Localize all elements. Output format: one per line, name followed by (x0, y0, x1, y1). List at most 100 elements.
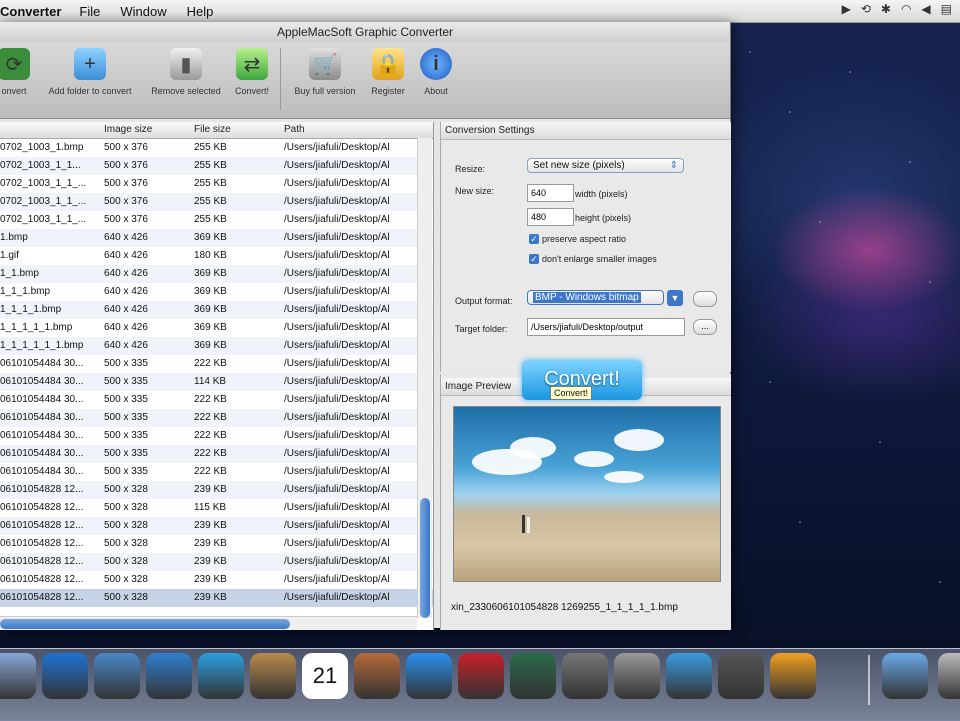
settings-title: Conversion Settings (441, 122, 731, 140)
sync-icon[interactable]: ⟲ (861, 2, 871, 16)
itunes-icon[interactable] (406, 653, 452, 699)
preserve-aspect-checkbox[interactable]: ✓ preserve aspect ratio (529, 234, 626, 244)
table-row[interactable]: 0702_1003_1_1_... 500 x 376 255 KB/Users/j… (0, 193, 433, 211)
flag-icon[interactable]: ▤ (941, 2, 952, 16)
dont-enlarge-checkbox[interactable]: ✓ don't enlarge smaller images (529, 254, 657, 264)
applications-folder-icon[interactable] (882, 653, 928, 699)
path-cell: /Users/jiafuli/Desktop/Al (284, 520, 390, 531)
image-size-cell: 500 x 376 (104, 160, 148, 171)
table-row[interactable]: 06101054484 30... 500 x 335 222 KB/Users/j… (0, 391, 433, 409)
output-format-label: Output format: (455, 296, 513, 306)
convert-toolbar-button[interactable]: ⟳ onvert (0, 48, 34, 96)
table-row[interactable]: 06101054484 30... 500 x 335 222 KB/Users/j… (0, 355, 433, 373)
table-row[interactable]: 06101054828 12... 500 x 328 239 KB/Users/j… (0, 535, 433, 553)
file-name-cell: 06101054828 12... (0, 574, 84, 585)
table-row[interactable]: 06101054828 12... 500 x 328 239 KB/Users/j… (0, 481, 433, 499)
safari-icon[interactable] (146, 653, 192, 699)
screen-record-icon[interactable]: ▶ (842, 2, 851, 16)
col-path-header[interactable]: Path (284, 124, 305, 135)
table-row[interactable]: 06101054484 30... 500 x 335 222 KB/Users/j… (0, 463, 433, 481)
path-cell: /Users/jiafuli/Desktop/Al (284, 232, 390, 243)
image-size-cell: 500 x 328 (104, 502, 148, 513)
table-row[interactable]: 06101054484 30... 500 x 335 114 KB/Users/j… (0, 373, 433, 391)
col-image-size-header[interactable]: Image size (104, 124, 152, 135)
register-button[interactable]: 🔒 Register (368, 48, 408, 96)
table-row[interactable]: 06101054828 12... 500 x 328 239 KB/Users/j… (0, 571, 433, 589)
output-format-select[interactable]: BMP - Windows bitmap (527, 290, 664, 305)
facetime-icon[interactable] (198, 653, 244, 699)
table-row[interactable]: 06101054828 12... 500 x 328 239 KB/Users/j… (0, 553, 433, 571)
file-size-cell: 239 KB (194, 520, 227, 531)
app-store-icon[interactable] (42, 653, 88, 699)
col-file-size-header[interactable]: File size (194, 124, 231, 135)
imovie-icon[interactable] (718, 653, 764, 699)
file-size-cell: 222 KB (194, 412, 227, 423)
calendar-icon[interactable]: 21 (302, 653, 348, 699)
installer-icon[interactable] (614, 653, 660, 699)
remove-selected-button[interactable]: ▮ Remove selected (146, 48, 226, 96)
file-size-cell: 239 KB (194, 556, 227, 567)
preview-icon[interactable] (94, 653, 140, 699)
finder-icon[interactable] (0, 653, 36, 699)
bluetooth-icon[interactable]: ✱ (881, 2, 891, 16)
table-body: 0702_1003_1.bmp 500 x 376 255 KB/Users/jia… (0, 139, 433, 607)
time-machine-icon[interactable] (510, 653, 556, 699)
menu-help[interactable]: Help (187, 4, 214, 19)
file-size-cell: 255 KB (194, 214, 227, 225)
table-row[interactable]: 0702_1003_1.bmp 500 x 376 255 KB/Users/jia… (0, 139, 433, 157)
file-name-cell: 0702_1003_1_1_... (0, 196, 87, 207)
converter-icon[interactable] (770, 653, 816, 699)
table-row[interactable]: 1.gif 640 x 426 180 KB/Users/jiafuli/Deskt… (0, 247, 433, 265)
width-input[interactable]: 640 (527, 184, 574, 202)
table-row[interactable]: 1_1.bmp 640 x 426 369 KB/Users/jiafuli/Des… (0, 265, 433, 283)
path-cell: /Users/jiafuli/Desktop/Al (284, 304, 390, 315)
table-row[interactable]: 0702_1003_1_1_... 500 x 376 255 KB/Users/j… (0, 211, 433, 229)
height-input[interactable]: 480 (527, 208, 574, 226)
file-size-cell: 222 KB (194, 358, 227, 369)
format-options-button[interactable] (693, 291, 717, 307)
image-size-cell: 500 x 335 (104, 412, 148, 423)
quicktime-icon[interactable] (666, 653, 712, 699)
table-row[interactable]: 06101054828 12... 500 x 328 115 KB/Users/j… (0, 499, 433, 517)
format-dropdown-icon[interactable]: ▼ (667, 290, 683, 306)
convert-tooltip: Convert! (550, 386, 593, 400)
table-row[interactable]: 0702_1003_1_1... 500 x 376 255 KB/Users/ji… (0, 157, 433, 175)
table-row[interactable]: 1.bmp 640 x 426 369 KB/Users/jiafuli/Deskt… (0, 229, 433, 247)
vertical-scrollbar[interactable] (417, 138, 432, 618)
table-row[interactable]: 06101054828 12... 500 x 328 239 KB/Users/j… (0, 517, 433, 535)
about-button[interactable]: i About (418, 48, 454, 96)
resize-select[interactable]: Set new size (pixels) ⇕ (527, 158, 684, 173)
path-cell: /Users/jiafuli/Desktop/Al (284, 556, 390, 567)
menu-file[interactable]: File (79, 4, 100, 19)
table-row[interactable]: 06101054484 30... 500 x 335 222 KB/Users/j… (0, 445, 433, 463)
trash-icon[interactable] (938, 653, 960, 699)
table-row[interactable]: 06101054484 30... 500 x 335 222 KB/Users/j… (0, 427, 433, 445)
volume-icon[interactable]: ◀ (921, 2, 930, 16)
table-row[interactable]: 06101054828 12... 500 x 328 239 KB/Users/j… (0, 589, 433, 607)
path-cell: /Users/jiafuli/Desktop/Al (284, 502, 390, 513)
table-row[interactable]: 0702_1003_1_1_... 500 x 376 255 KB/Users/j… (0, 175, 433, 193)
table-row[interactable]: 1_1_1_1_1.bmp 640 x 426 369 KB/Users/jiafu… (0, 319, 433, 337)
menu-app-name[interactable]: Converter (0, 4, 61, 19)
iphoto-icon[interactable] (354, 653, 400, 699)
wifi-icon[interactable]: ◠ (901, 2, 911, 16)
table-row[interactable]: 1_1_1_1_1_1.bmp 640 x 426 369 KB/Users/jia… (0, 337, 433, 355)
address-book-icon[interactable] (250, 653, 296, 699)
toolbar-separator (280, 48, 281, 110)
vertical-scroll-thumb[interactable] (420, 498, 430, 618)
browse-folder-button[interactable]: ... (693, 319, 717, 335)
add-folder-button[interactable]: + Add folder to convert (42, 48, 138, 96)
target-folder-input[interactable]: /Users/jiafuli/Desktop/output (527, 318, 685, 336)
horizontal-scrollbar[interactable] (0, 616, 417, 630)
table-row[interactable]: 06101054484 30... 500 x 335 222 KB/Users/j… (0, 409, 433, 427)
photo-booth-icon[interactable] (458, 653, 504, 699)
menu-window[interactable]: Window (120, 4, 166, 19)
table-row[interactable]: 1_1_1_1.bmp 640 x 426 369 KB/Users/jiafuli… (0, 301, 433, 319)
buy-full-version-button[interactable]: 🛒 Buy full version (290, 48, 360, 96)
convert-button-toolbar[interactable]: ⇄ Convert! (230, 48, 274, 96)
system-preferences-icon[interactable] (562, 653, 608, 699)
table-row[interactable]: 1_1_1.bmp 640 x 426 369 KB/Users/jiafuli/D… (0, 283, 433, 301)
file-size-cell: 180 KB (194, 250, 227, 261)
file-name-cell: 06101054828 12... (0, 520, 84, 531)
horizontal-scroll-thumb[interactable] (0, 619, 290, 629)
